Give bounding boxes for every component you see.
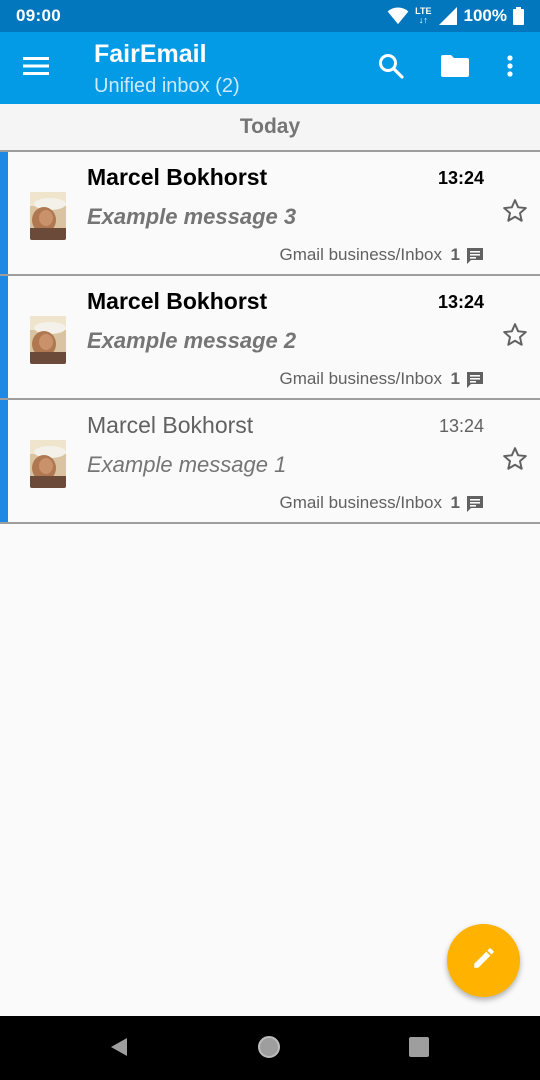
message-list: Marcel Bokhorst 13:24 Example message 3 …	[0, 152, 540, 524]
star-outline-icon	[502, 198, 528, 229]
nav-home-button[interactable]	[252, 1032, 286, 1066]
section-label: Today	[239, 115, 301, 138]
lte-icon: LTE ↓↑	[415, 6, 432, 25]
folders-button[interactable]	[433, 46, 477, 90]
sender-name: Marcel Bokhorst	[87, 412, 254, 438]
app-bar: FairEmail Unified inbox (2)	[0, 32, 540, 104]
app-title: FairEmail	[94, 40, 207, 68]
sender-name: Marcel Bokhorst	[87, 164, 268, 190]
edit-icon	[471, 945, 497, 976]
thread-count: 1	[450, 493, 460, 512]
signal-icon	[438, 6, 458, 26]
more-options-button[interactable]	[488, 46, 532, 90]
message-time: 13:24	[438, 416, 484, 436]
back-icon	[109, 1036, 129, 1063]
more-vert-icon	[507, 54, 513, 82]
star-button[interactable]	[500, 446, 530, 476]
status-time: 09:00	[16, 6, 61, 25]
avatar[interactable]	[30, 192, 66, 240]
star-button[interactable]	[500, 198, 530, 228]
battery-percent: 100%	[463, 6, 507, 25]
message-time: 13:24	[437, 168, 484, 188]
avatar[interactable]	[30, 440, 66, 488]
star-outline-icon	[502, 322, 528, 353]
date-section-header: Today	[0, 104, 540, 152]
message-item[interactable]: Marcel Bokhorst 13:24 Example message 3 …	[0, 152, 540, 276]
message-time: 13:24	[437, 292, 484, 312]
message-folder: Gmail business/Inbox	[279, 369, 442, 388]
menu-button[interactable]	[14, 46, 58, 90]
folder-icon	[441, 54, 469, 82]
star-outline-icon	[502, 446, 528, 477]
status-icons: LTE ↓↑ 100%	[387, 6, 524, 26]
message-subject: Example message 2	[87, 328, 297, 353]
menu-icon	[23, 56, 49, 81]
thread-icon	[466, 495, 484, 518]
message-item[interactable]: Marcel Bokhorst 13:24 Example message 2 …	[0, 276, 540, 400]
thread-icon	[466, 247, 484, 270]
home-icon	[256, 1034, 282, 1065]
recents-icon	[409, 1036, 429, 1062]
nav-recents-button[interactable]	[402, 1032, 436, 1066]
thread-icon	[466, 371, 484, 394]
search-button[interactable]	[369, 46, 413, 90]
sender-name: Marcel Bokhorst	[87, 288, 268, 314]
wifi-icon	[387, 7, 409, 25]
message-item[interactable]: Marcel Bokhorst 13:24 Example message 1 …	[0, 400, 540, 524]
status-bar: 09:00 LTE ↓↑ 100%	[0, 0, 540, 32]
unread-indicator	[0, 152, 8, 274]
message-subject: Example message 1	[87, 452, 287, 477]
star-button[interactable]	[500, 322, 530, 352]
system-nav-bar	[0, 1016, 540, 1080]
nav-back-button[interactable]	[102, 1032, 136, 1066]
app-subtitle: Unified inbox (2)	[94, 75, 240, 97]
message-folder: Gmail business/Inbox	[279, 245, 442, 264]
message-subject: Example message 3	[87, 204, 297, 229]
compose-button[interactable]	[447, 924, 520, 997]
battery-icon	[513, 7, 524, 25]
message-folder: Gmail business/Inbox	[279, 493, 442, 512]
account-color-indicator	[0, 400, 8, 522]
thread-count: 1	[450, 245, 460, 264]
avatar[interactable]	[30, 316, 66, 364]
unread-indicator	[0, 276, 8, 398]
search-icon	[378, 53, 404, 84]
thread-count: 1	[450, 369, 460, 388]
